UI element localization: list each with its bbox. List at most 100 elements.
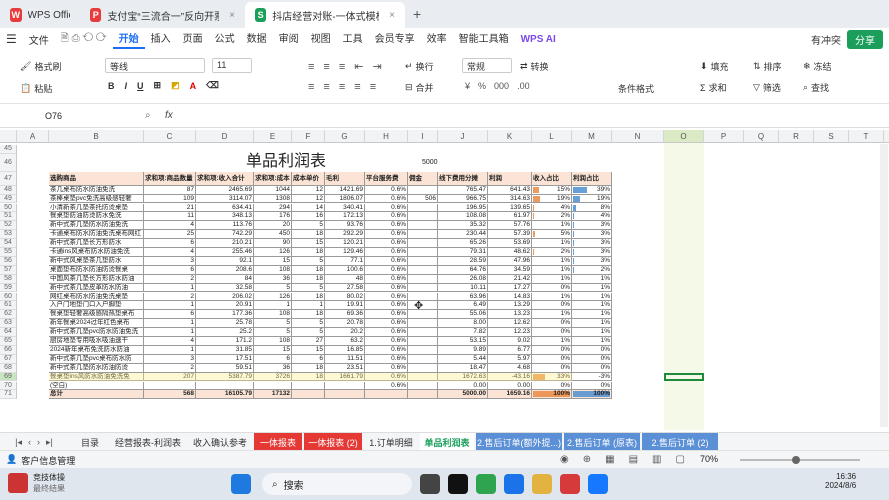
distribute-icon[interactable]: ≡ <box>370 81 376 93</box>
column-header-R[interactable]: R <box>779 130 814 143</box>
data-cell[interactable]: 2465.69 <box>196 185 254 195</box>
data-cell[interactable]: 0.6% <box>365 239 408 248</box>
menu-item-1[interactable]: 插入 <box>145 30 177 49</box>
data-cell[interactable]: 11 <box>144 212 196 222</box>
close-icon[interactable]: × <box>389 10 395 21</box>
column-header-B[interactable]: B <box>49 130 144 143</box>
view-buttons[interactable]: ◉ ⊕ ▦ ▤ ▥ ▢ <box>560 454 685 465</box>
data-cell[interactable]: 1% <box>572 319 612 329</box>
sheet-tab-9[interactable]: 2.售后订单 (2) <box>642 433 718 451</box>
data-cell[interactable]: 2 <box>144 363 196 373</box>
data-cell[interactable]: 0% <box>572 354 612 364</box>
row-header[interactable]: 54 <box>0 239 17 248</box>
data-cell[interactable]: 2 <box>144 292 196 302</box>
data-cell[interactable]: 90 <box>254 239 292 248</box>
data-cell[interactable]: 4 <box>144 248 196 257</box>
menu-item-10[interactable]: 智能工具箱 <box>453 30 515 49</box>
row-header[interactable]: 51 <box>0 212 17 222</box>
data-cell[interactable] <box>408 256 438 266</box>
weather-widget[interactable]: 竞技体操 最终结果 <box>8 472 65 494</box>
wechat-icon[interactable] <box>476 474 496 494</box>
data-cell[interactable]: 4 <box>144 221 196 231</box>
filter-button[interactable]: ▽ 筛选 <box>753 81 781 94</box>
first-sheet-icon[interactable]: |◂ <box>15 437 22 448</box>
data-cell[interactable]: 9.02 <box>488 337 532 346</box>
data-cell[interactable]: 0.6% <box>365 212 408 222</box>
data-cell[interactable]: 39% <box>572 185 612 195</box>
data-cell[interactable]: 31.85 <box>196 345 254 355</box>
data-cell[interactable]: 4% <box>572 212 612 222</box>
row-header[interactable]: 47 <box>0 171 17 186</box>
sheet-tab-3[interactable]: 一体报表 <box>254 433 302 451</box>
window-tab-2[interactable]: S 抖店经营对账-一体式模板.xlsx × <box>245 2 405 28</box>
reading-view-icon[interactable]: ▢ <box>675 454 684 465</box>
data-cell[interactable]: 1659.16 <box>488 390 532 400</box>
data-cell[interactable] <box>408 212 438 222</box>
data-cell[interactable] <box>408 372 438 382</box>
column-header-J[interactable]: J <box>438 130 488 143</box>
menu-item-0[interactable]: 开始 <box>112 30 145 49</box>
font-size-select[interactable]: 11 <box>212 58 252 73</box>
column-header-T[interactable]: T <box>849 130 884 143</box>
data-cell[interactable]: 6.49 <box>438 301 488 311</box>
fx-icon[interactable]: fx <box>165 110 173 121</box>
currency-icon[interactable]: ¥ <box>465 81 470 91</box>
eraser-icon[interactable]: ⌫ <box>206 80 219 91</box>
data-cell[interactable]: 0.6% <box>365 372 408 382</box>
page-view-icon[interactable]: ▤ <box>629 454 638 465</box>
data-cell[interactable]: 77.1 <box>325 256 365 266</box>
data-cell[interactable]: 126 <box>254 248 292 257</box>
conflict-button[interactable]: 有冲突 <box>805 32 847 47</box>
data-cell[interactable]: 1 <box>144 301 196 311</box>
underline-icon[interactable]: U <box>137 81 144 91</box>
data-cell[interactable]: 5 <box>292 221 325 231</box>
data-cell[interactable]: 206.02 <box>196 292 254 302</box>
data-cell[interactable]: 18 <box>292 248 325 257</box>
data-cell[interactable]: 450 <box>254 230 292 240</box>
data-cell[interactable]: 0.6% <box>365 283 408 293</box>
data-cell[interactable]: 53.15 <box>438 337 488 346</box>
sheet-tab-4[interactable]: 一体报表 (2) <box>304 433 362 451</box>
data-cell[interactable]: 0% <box>532 319 572 329</box>
data-cell[interactable]: 8.00 <box>438 319 488 329</box>
data-cell[interactable]: 8% <box>572 203 612 213</box>
data-cell[interactable]: 16 <box>292 212 325 222</box>
data-cell[interactable] <box>408 390 438 400</box>
data-cell[interactable]: 1 <box>144 328 196 337</box>
data-cell[interactable]: 18 <box>292 274 325 284</box>
data-cell[interactable]: 0.6% <box>365 230 408 240</box>
data-cell[interactable]: 18 <box>292 230 325 240</box>
menu-item-5[interactable]: 审阅 <box>273 30 305 49</box>
data-cell[interactable]: 0% <box>532 381 572 391</box>
data-cell[interactable]: 20.78 <box>325 319 365 329</box>
data-cell[interactable]: 6 <box>292 354 325 364</box>
border-icon[interactable]: ⊞ <box>154 80 162 91</box>
data-cell[interactable]: 11.51 <box>325 354 365 364</box>
data-cell[interactable]: 0.6% <box>365 256 408 266</box>
find-button[interactable]: ⌕ 查找 <box>803 81 829 94</box>
data-cell[interactable]: 69.36 <box>325 310 365 320</box>
data-cell[interactable]: 93.76 <box>325 221 365 231</box>
data-cell[interactable]: 17.51 <box>196 354 254 364</box>
data-cell[interactable]: 35.32 <box>438 221 488 231</box>
data-cell[interactable] <box>408 354 438 364</box>
last-sheet-icon[interactable]: ▸| <box>46 437 53 448</box>
data-cell[interactable]: 6.77 <box>488 345 532 355</box>
menu-item-2[interactable]: 页面 <box>177 30 209 49</box>
product-name-cell[interactable]: 新年餐桌2024过年红色桌布 <box>49 319 144 329</box>
column-header-M[interactable]: M <box>572 130 612 143</box>
data-cell[interactable]: 36 <box>254 274 292 284</box>
column-header-P[interactable]: P <box>704 130 744 143</box>
format-brush-button[interactable]: 🖌 格式刷 <box>20 60 61 73</box>
data-cell[interactable]: 0% <box>532 345 572 355</box>
data-cell[interactable]: 0% <box>532 354 572 364</box>
data-cell[interactable]: 18 <box>292 292 325 302</box>
zoom-level[interactable]: 70% <box>700 454 718 464</box>
data-cell[interactable]: 87 <box>144 185 196 195</box>
data-cell[interactable]: 6 <box>144 310 196 320</box>
data-cell[interactable]: 5.44 <box>438 354 488 364</box>
thousands-icon[interactable]: 000 <box>494 81 509 91</box>
task-view-icon[interactable] <box>420 474 440 494</box>
data-cell[interactable]: 1% <box>532 274 572 284</box>
data-cell[interactable]: 108 <box>254 310 292 320</box>
